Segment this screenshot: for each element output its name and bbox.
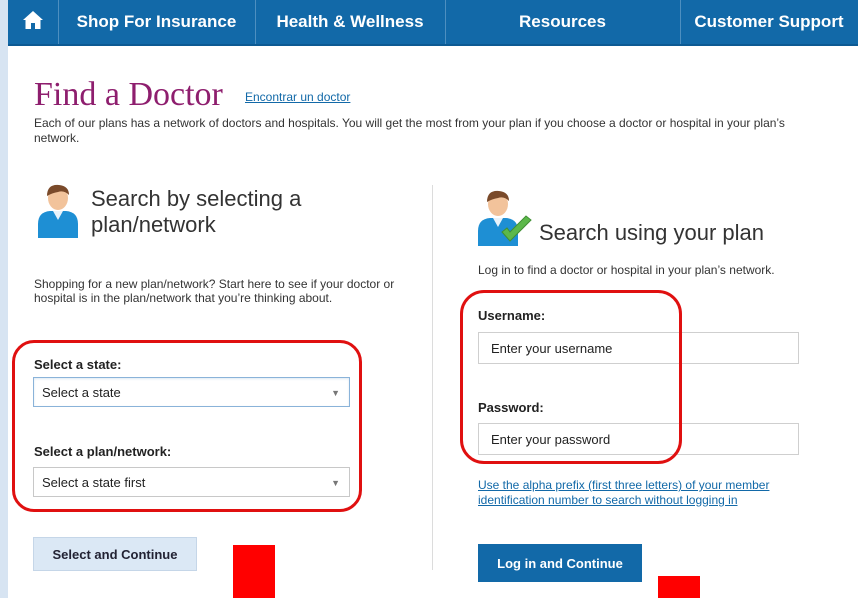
select-and-continue-button[interactable]: Select and Continue: [33, 537, 197, 571]
log-in-and-continue-button[interactable]: Log in and Continue: [478, 544, 642, 582]
nav-shop-for-insurance[interactable]: Shop For Insurance: [58, 0, 256, 44]
right-description: Log in to find a doctor or hospital in y…: [478, 263, 775, 277]
nav-health-wellness[interactable]: Health & Wellness: [255, 0, 446, 44]
column-divider: [432, 185, 433, 570]
redaction-block: [233, 545, 275, 598]
intro-text: Each of our plans has a network of docto…: [34, 116, 785, 145]
highlight-login-fields: [460, 290, 682, 464]
redaction-block: [658, 576, 700, 598]
person-check-icon: [476, 184, 534, 246]
home-icon: [22, 10, 44, 35]
alpha-prefix-link[interactable]: Use the alpha prefix (first three letter…: [478, 478, 838, 508]
nav-resources[interactable]: Resources: [445, 0, 681, 44]
home-button[interactable]: [8, 0, 59, 44]
page-title: Find a Doctor: [34, 76, 223, 113]
left-description: Shopping for a new plan/network? Start h…: [34, 277, 395, 305]
right-heading: Search using your plan: [539, 220, 765, 245]
person-icon: [36, 182, 80, 238]
page-edge: [0, 0, 8, 598]
spanish-link[interactable]: Encontrar un doctor: [245, 90, 350, 104]
highlight-plan-selection: [12, 340, 362, 512]
nav-customer-support[interactable]: Customer Support: [680, 0, 858, 44]
main-nav: Shop For Insurance Health & Wellness Res…: [8, 0, 858, 46]
left-heading: Search by selecting a plan/network: [91, 186, 302, 237]
